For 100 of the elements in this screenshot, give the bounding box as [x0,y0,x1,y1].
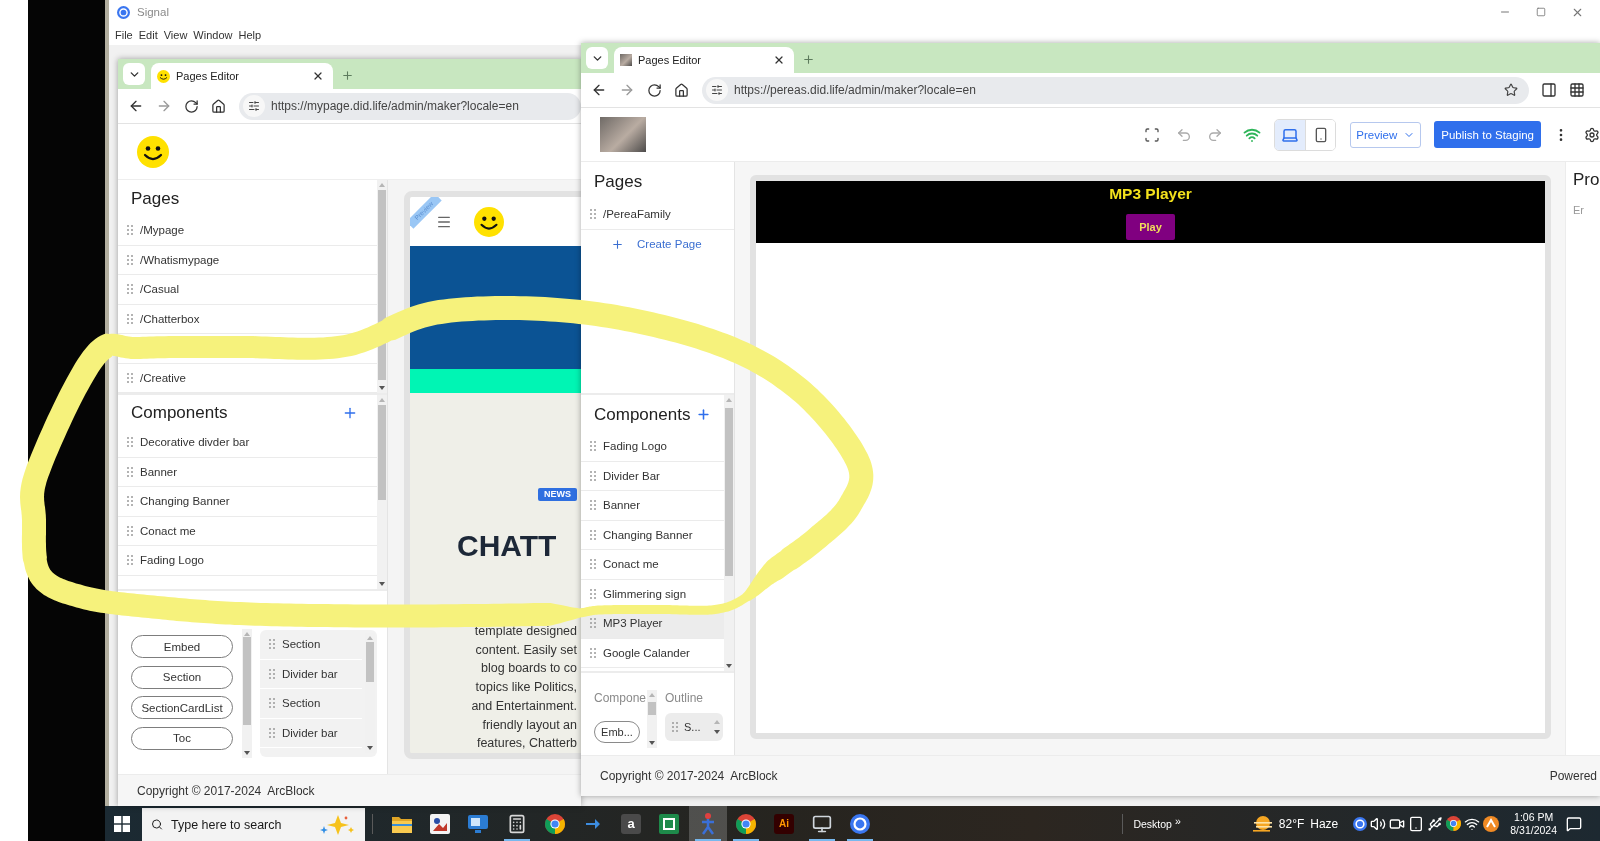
device-toggle[interactable] [1275,119,1306,150]
bookmark-star-icon[interactable] [1504,83,1518,97]
scroll-down-icon[interactable] [367,746,373,750]
scrollbar[interactable] [724,395,734,671]
search-bar[interactable]: Type here to search [142,808,365,841]
taskbar-app-button[interactable]: Ai [764,806,804,841]
close-icon[interactable] [773,54,785,66]
forward-icon[interactable] [619,82,635,98]
play-button[interactable]: Play [1126,214,1175,240]
drag-handle-icon[interactable] [590,441,596,452]
redo-icon[interactable] [1207,126,1224,143]
address-field[interactable]: https://pereas.did.life/admin/maker?locale=en [702,76,1529,104]
drag-handle-icon[interactable] [127,496,133,507]
clock-button[interactable]: 1:06 PM 8/31/2024 [1510,810,1557,837]
scrollbar[interactable] [647,690,657,748]
new-tab-icon[interactable] [341,69,354,82]
tab-menu-button[interactable] [586,47,608,69]
drag-handle-icon[interactable] [672,722,678,732]
reload-icon[interactable] [184,98,199,114]
tablet-icon[interactable] [1408,815,1425,832]
scrollbar-thumb[interactable] [725,408,733,576]
overflow-button[interactable]: » [1174,814,1181,827]
side-panel-icon[interactable] [1541,82,1557,98]
desktop-toolbar[interactable]: Desktop [1133,817,1172,830]
scroll-up-icon[interactable] [379,398,385,402]
volume-icon[interactable] [1370,815,1387,832]
drag-handle-icon[interactable] [590,588,596,599]
scrollbar[interactable] [365,633,375,753]
home-icon[interactable] [211,98,226,114]
scrollbar-thumb[interactable] [366,642,374,682]
scrollbar-thumb[interactable] [648,702,656,715]
drag-handle-icon[interactable] [590,647,596,658]
scroll-up-icon[interactable] [726,398,732,402]
start-icon[interactable] [113,815,130,832]
outline-item[interactable]: Divider bar [260,659,362,689]
drag-handle-icon[interactable] [269,639,275,650]
drag-handle-icon[interactable] [127,437,133,448]
drag-handle-icon[interactable] [590,470,596,481]
outline-item[interactable]: Section [260,689,362,719]
device-toggle[interactable] [1305,119,1336,150]
scroll-down-icon[interactable] [726,664,732,668]
site-settings-icon[interactable] [243,95,265,117]
weather-button[interactable]: 82°F Haze [1252,814,1339,833]
publish-button[interactable]: Publish to Staging [1434,121,1541,148]
scroll-down-icon[interactable] [714,730,720,734]
notification-icon[interactable] [1566,815,1582,832]
close-icon[interactable] [312,70,324,82]
scrollbar-thumb[interactable] [378,405,386,500]
grid-icon[interactable] [1569,82,1585,98]
new-tab-icon[interactable] [802,53,815,66]
forward-icon[interactable] [156,98,172,114]
scroll-up-icon[interactable] [649,693,655,697]
scroll-down-icon[interactable] [649,741,655,745]
drag-handle-icon[interactable] [269,727,275,738]
taskbar-app-button[interactable]: a [612,806,651,841]
menu-item[interactable]: File [115,28,133,41]
block-button[interactable]: SectionCardList [131,696,233,719]
menu-item[interactable]: Window [193,28,233,41]
menu-item[interactable]: Edit [138,28,158,41]
drag-handle-icon[interactable] [127,555,133,566]
undo-icon[interactable] [1176,126,1193,143]
block-button[interactable]: Emb... [594,721,640,743]
drag-handle-icon[interactable] [127,313,133,324]
block-button[interactable]: Toc [131,726,233,750]
outline-item[interactable]: Divider bar [260,718,362,748]
outline-item[interactable]: S... [665,713,723,741]
app-badge-icon[interactable] [1483,815,1500,832]
scrollbar[interactable] [377,395,387,589]
drag-handle-icon[interactable] [590,559,596,570]
site-settings-icon[interactable] [706,79,728,101]
scroll-down-icon[interactable] [244,751,250,755]
search-field[interactable]: Type here to search [171,817,311,832]
settings-icon[interactable] [1584,126,1600,143]
home-icon[interactable] [674,82,689,98]
browser-tab[interactable]: Pages Editor [614,47,794,73]
scroll-down-icon[interactable] [379,386,385,390]
outline-item[interactable]: Section [260,630,362,660]
drag-handle-icon[interactable] [269,698,275,709]
drag-handle-icon[interactable] [269,668,275,679]
taskbar-app-button[interactable] [688,806,727,841]
drag-handle-icon[interactable] [590,209,596,220]
scrollbar[interactable] [242,629,252,758]
drag-handle-icon[interactable] [127,466,133,477]
back-icon[interactable] [591,82,607,98]
drag-handle-icon[interactable] [590,618,596,629]
drag-handle-icon[interactable] [127,225,133,236]
drag-handle-icon[interactable] [127,372,133,383]
scroll-up-icon[interactable] [367,636,373,640]
library-tab[interactable]: Compone [594,690,647,706]
block-button[interactable]: Section [131,665,233,689]
maximize-icon[interactable] [1536,7,1546,17]
library-tab[interactable]: Outline [665,690,704,706]
add-icon[interactable] [696,407,712,422]
tab-menu-button[interactable] [123,63,145,85]
drag-handle-icon[interactable] [590,529,596,540]
drag-handle-icon[interactable] [127,284,133,295]
drag-handle-icon[interactable] [127,525,133,536]
usb-drive-icon[interactable] [1427,815,1444,832]
menu-item[interactable]: Help [238,28,262,41]
menu-item[interactable]: View [163,28,188,41]
